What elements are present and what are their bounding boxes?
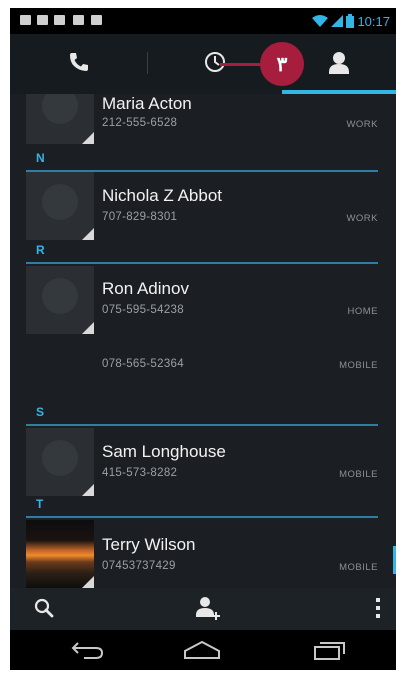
number-type: HOME — [347, 306, 378, 317]
scrollbar[interactable] — [393, 546, 396, 574]
callout-badge: ٣ — [260, 42, 304, 86]
status-time: 10:17 — [357, 13, 390, 29]
contacts-list[interactable]: Maria Acton 212-555-6528 WORK N Nichola … — [10, 94, 396, 588]
quick-contact-corner-icon — [82, 228, 94, 240]
search-button[interactable] — [22, 594, 66, 622]
contact-number: 07453737429 — [102, 560, 176, 572]
section-header-n: N — [26, 148, 378, 172]
tab-phone[interactable] — [10, 34, 147, 90]
section-letter: N — [36, 151, 45, 165]
section-letter: T — [36, 497, 44, 511]
contact-number: 415-573-8282 — [102, 467, 178, 479]
action-bar — [10, 588, 396, 630]
voicemail-icon — [54, 15, 65, 25]
contact-number: 075-595-54238 — [102, 304, 184, 316]
contact-photo[interactable] — [26, 428, 94, 496]
section-header-r: R — [26, 240, 378, 264]
contact-number: 707-829-8301 — [102, 211, 178, 223]
recent-apps-button[interactable] — [308, 636, 352, 664]
quick-contact-corner-icon — [82, 576, 94, 588]
overflow-menu-icon — [376, 598, 380, 618]
section-letter: R — [36, 243, 45, 257]
quick-contact-corner-icon — [82, 322, 94, 334]
home-button[interactable] — [180, 636, 224, 664]
avatar-placeholder-icon — [42, 440, 78, 476]
contact-photo[interactable] — [26, 94, 94, 144]
contact-name: Sam Longhouse — [102, 442, 226, 461]
contact-name: Nichola Z Abbot — [102, 186, 223, 205]
status-bar: 10:17 — [10, 8, 396, 34]
number-type: MOBILE — [339, 469, 378, 480]
phone-screen: 10:17 ٣ Maria Acton 212-555-6528 WORK N … — [10, 8, 396, 670]
contact-photo[interactable] — [26, 172, 94, 240]
contact-number: 212-555-6528 — [102, 117, 178, 129]
chat-icon — [20, 15, 31, 25]
number-type: MOBILE — [339, 360, 378, 371]
signal-icon — [331, 15, 344, 27]
contacts-icon — [329, 52, 349, 74]
briefcase-icon — [91, 15, 102, 25]
section-header-s: S — [26, 402, 378, 426]
number-type: MOBILE — [339, 562, 378, 573]
callout-pointer — [220, 63, 262, 66]
mail-icon — [37, 15, 48, 25]
number-type: WORK — [346, 213, 378, 224]
briefcase-icon — [73, 15, 84, 25]
add-contact-icon — [196, 597, 220, 620]
phone-icon — [69, 53, 88, 71]
add-contact-button[interactable] — [186, 594, 230, 622]
overflow-menu-button[interactable] — [356, 594, 396, 622]
contact-name: Terry Wilson — [102, 535, 196, 554]
section-header-t: T — [26, 494, 378, 518]
avatar-placeholder-icon — [42, 278, 78, 314]
clock-icon — [205, 52, 225, 72]
battery-icon — [346, 14, 355, 28]
back-button[interactable] — [66, 636, 110, 664]
search-icon — [34, 598, 54, 618]
contact-number[interactable]: 078-565-52364 — [102, 358, 184, 370]
navigation-bar — [10, 630, 396, 670]
home-icon — [184, 640, 220, 659]
contact-photo[interactable] — [26, 520, 94, 588]
contact-photo[interactable] — [26, 266, 94, 334]
recent-apps-icon — [314, 642, 345, 660]
avatar-placeholder-icon — [42, 94, 78, 124]
tab-bar: ٣ — [10, 34, 396, 94]
wifi-icon — [312, 15, 329, 27]
avatar-placeholder-icon — [42, 184, 78, 220]
quick-contact-corner-icon — [82, 132, 94, 144]
back-icon — [71, 642, 104, 659]
contact-name: Maria Acton — [102, 94, 192, 113]
number-type: WORK — [346, 119, 378, 130]
section-letter: S — [36, 405, 45, 419]
contact-name: Ron Adinov — [102, 279, 189, 298]
